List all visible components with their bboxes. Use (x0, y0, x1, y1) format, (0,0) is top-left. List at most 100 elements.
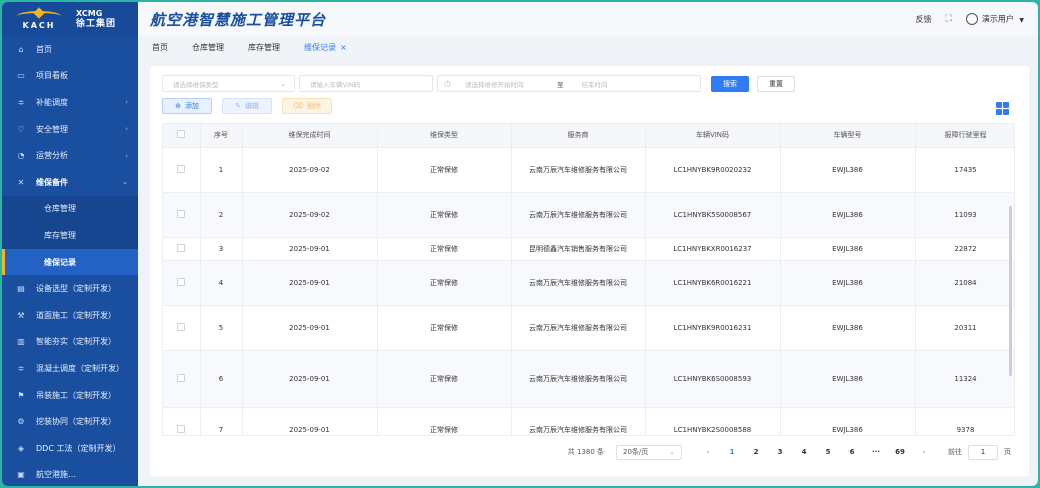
main-panel: 请选择维保类型 ⌄ 请输入车辆VIN码 ◷ 请选择维修开始时间 至 结束时间 搜… (150, 66, 1029, 476)
sidebar-item-14[interactable]: ⚙ 挖装协同（定制开发） (2, 408, 138, 435)
cell-no: 1 (200, 147, 243, 193)
sidebar-item-0[interactable]: ⌂ 首页 (2, 36, 138, 63)
sidebar-item-6[interactable]: 仓库管理 (2, 195, 138, 223)
filter-bar: 请选择维保类型 ⌄ 请输入车辆VIN码 ◷ 请选择维修开始时间 至 结束时间 搜… (162, 75, 795, 92)
table-row[interactable]: 5 2025-09-01 正常保修 云南万辰汽车维修服务有限公司 LC1HNYBK9R0… (163, 305, 1014, 351)
sidebar-item-5[interactable]: ✕ 维保备件 ⌄ (2, 169, 138, 196)
close-icon[interactable]: × (340, 43, 347, 52)
row-checkbox[interactable] (177, 373, 186, 382)
page-number[interactable]: ··· (864, 448, 888, 456)
table-row[interactable]: 1 2025-09-02 正常保修 云南万辰汽车维修服务有限公司 LC1HNYBK9R0… (163, 147, 1014, 193)
goto-page-input[interactable]: 1 (968, 444, 998, 460)
vin-input[interactable]: 请输入车辆VIN码 (299, 75, 433, 92)
sidebar-item-8[interactable]: 维保记录 (2, 248, 138, 276)
sidebar-item-label: 安全管理 (36, 124, 68, 134)
menu-icon: ⚒ (17, 310, 25, 320)
app-frame: KACH XCMG 徐工集团 ⌂ 首页 ▭ 项目看板 ≑ 补能调度 › ♡ 安全管理 › ◔ 运营分析… (2, 2, 1038, 486)
date-range-picker[interactable]: ◷ 请选择维修开始时间 至 结束时间 (437, 75, 701, 92)
row-checkbox[interactable] (177, 209, 186, 218)
row-checkbox[interactable] (177, 164, 186, 173)
cell-no: 4 (200, 260, 243, 306)
cell-model: EWJL386 (780, 237, 916, 261)
menu-icon: ▣ (17, 470, 25, 480)
tab-0[interactable]: 首页 (152, 42, 168, 53)
select-all-checkbox[interactable] (177, 130, 186, 139)
search-button[interactable]: 搜索 (711, 75, 749, 92)
sidebar-item-7[interactable]: 库存管理 (2, 222, 138, 249)
page-number[interactable]: 2 (744, 448, 768, 456)
sidebar-item-3[interactable]: ♡ 安全管理 › (2, 116, 138, 143)
cell-model: EWJL386 (780, 147, 916, 193)
sidebar-item-2[interactable]: ≑ 补能调度 › (2, 89, 138, 116)
page-size-select[interactable]: 20条/页 ⌄ (616, 444, 682, 460)
sidebar-item-9[interactable]: ▤ 设备选型（定制开发） (2, 275, 138, 302)
xcmg-logo-cn: 徐工集团 (76, 19, 117, 29)
table-row[interactable]: 2 2025-09-02 正常保修 云南万辰汽车维修服务有限公司 LC1HNYBK5S0… (163, 192, 1014, 238)
cell-vendor: 云南万辰汽车维修服务有限公司 (511, 305, 646, 351)
sidebar-item-12[interactable]: ≑ 混凝土调度（定制开发） (2, 355, 138, 382)
cell-type: 正常保修 (377, 407, 512, 435)
grid-view-icon[interactable] (996, 102, 1009, 115)
add-button[interactable]: ⊕ 添加 (162, 98, 212, 114)
table-row[interactable]: 3 2025-09-01 正常保修 昆明德鑫汽车销售服务有限公司 LC1HNYBKXR0… (163, 237, 1014, 261)
cell-model: EWJL386 (780, 260, 916, 306)
menu-icon: ▭ (17, 71, 25, 81)
table-row[interactable]: 4 2025-09-01 正常保修 云南万辰汽车维修服务有限公司 LC1HNYBK6R0… (163, 260, 1014, 306)
next-page-button[interactable]: › (912, 448, 936, 456)
page-title: 航空港智慧施工管理平台 (150, 10, 327, 29)
delete-button[interactable]: ⌫ 删除 (282, 98, 332, 114)
page-number[interactable]: 4 (792, 448, 816, 456)
sidebar-item-11[interactable]: ▥ 智能夯实（定制开发） (2, 329, 138, 356)
tab-3[interactable]: 维保记录 × (304, 42, 347, 53)
sidebar-item-label: 项目看板 (36, 71, 68, 81)
row-checkbox[interactable] (177, 243, 186, 252)
sidebar-item-15[interactable]: ◈ DDC 工法（定制开发） (2, 435, 138, 462)
xcmg-logo: XCMG 徐工集团 (76, 9, 116, 29)
chevron-right-icon: › (125, 98, 128, 107)
menu-icon: ▤ (17, 284, 25, 294)
fullscreen-icon[interactable]: ⛶ (946, 14, 952, 24)
sidebar-item-13[interactable]: ⚑ 吊装施工（定制开发） (2, 382, 138, 409)
range-separator: 至 (556, 80, 564, 89)
edit-button[interactable]: ✎ 编辑 (222, 98, 272, 114)
table-row[interactable]: 7 2025-09-01 正常保修 云南万辰汽车维修服务有限公司 LC1HNYBK2S0… (163, 407, 1014, 435)
edit-icon: ✎ (235, 102, 241, 110)
page-number[interactable]: 6 (840, 448, 864, 456)
sidebar-item-1[interactable]: ▭ 项目看板 (2, 63, 138, 90)
row-select-cell (163, 305, 201, 351)
row-select-cell (163, 350, 201, 408)
chevron-right-icon: › (125, 125, 128, 134)
user-menu[interactable]: 演示用户 ▼ (965, 13, 1024, 25)
sidebar-item-4[interactable]: ◔ 运营分析 › (2, 142, 138, 169)
page-number[interactable]: 69 (888, 448, 912, 456)
tab-2[interactable]: 库存管理 (248, 42, 280, 53)
cell-model: EWJL386 (780, 350, 916, 408)
cell-vendor: 云南万辰汽车维修服务有限公司 (511, 260, 646, 306)
row-checkbox[interactable] (177, 322, 186, 331)
pagination: 共 1380 条 20条/页 ⌄ ‹ 1 2 3 4 5 6 ··· 69 › 前往 1 页 (150, 444, 1029, 460)
row-checkbox[interactable] (177, 424, 186, 433)
table-body: 1 2025-09-02 正常保修 云南万辰汽车维修服务有限公司 LC1HNYBK9R0… (163, 147, 1014, 435)
page-number[interactable]: 1 (720, 448, 744, 456)
action-bar: ⊕ 添加 ✎ 编辑 ⌫ 删除 (162, 98, 332, 114)
feedback-link[interactable]: 反馈 (916, 14, 932, 25)
edit-label: 编辑 (244, 102, 259, 110)
reset-button[interactable]: 重置 (757, 75, 795, 92)
cell-vendor: 云南万辰汽车维修服务有限公司 (511, 192, 646, 238)
page-number[interactable]: 3 (768, 448, 792, 456)
cell-date: 2025-09-01 (242, 305, 378, 351)
sidebar-item-16[interactable]: ▣ 航空港施… (2, 462, 138, 487)
row-checkbox[interactable] (177, 277, 186, 286)
cell-km: 9378 (915, 407, 1014, 435)
prev-page-button[interactable]: ‹ (696, 448, 720, 456)
cell-vin: LC1HNYBK2S0008588 (645, 407, 781, 435)
maintenance-type-select[interactable]: 请选择维保类型 ⌄ (162, 75, 295, 92)
delete-label: 删除 (306, 102, 321, 110)
tab-1[interactable]: 仓库管理 (192, 42, 224, 53)
sidebar-item-10[interactable]: ⚒ 道面施工（定制开发） (2, 302, 138, 329)
cell-vendor: 云南万辰汽车维修服务有限公司 (511, 147, 646, 193)
table-scrollbar[interactable] (1009, 206, 1012, 376)
table-row[interactable]: 6 2025-09-01 正常保修 云南万辰汽车维修服务有限公司 LC1HNYBK6S0… (163, 350, 1014, 408)
page-number[interactable]: 5 (816, 448, 840, 456)
wing-icon (17, 9, 61, 21)
